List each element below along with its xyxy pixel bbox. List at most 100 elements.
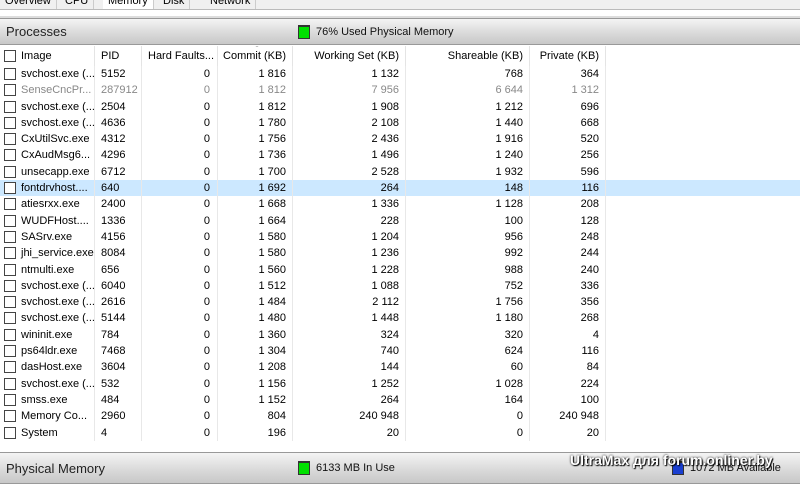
- cell-hard-faults: 0: [142, 277, 218, 295]
- table-row[interactable]: svchost.exe (... 4636 0 1 780 2 108 1 440 668: [0, 114, 800, 132]
- cell-hard-faults: 0: [142, 82, 218, 99]
- cell-shareable: 1 932: [406, 163, 530, 181]
- table-row[interactable]: svchost.exe (... 2504 0 1 812 1 908 1 212 696: [0, 98, 800, 115]
- table-row[interactable]: unsecapp.exe 6712 0 1 700 2 528 1 932 596: [0, 163, 800, 181]
- tab-network[interactable]: Network: [205, 0, 257, 9]
- cell-shareable: 148: [406, 180, 530, 197]
- cell-private: 244: [530, 245, 606, 262]
- cell-pid: 4: [95, 424, 142, 441]
- cell-private: 336: [530, 277, 606, 295]
- table-row[interactable]: svchost.exe (... 6040 0 1 512 1 088 752 336: [0, 277, 800, 295]
- column-hard-faults[interactable]: Hard Faults...: [142, 46, 218, 66]
- table-row[interactable]: atiesrxx.exe 2400 0 1 668 1 336 1 128 208: [0, 196, 800, 213]
- in-use-status: 6133 MB In Use: [298, 461, 395, 475]
- cell-commit: 1 736: [218, 147, 293, 164]
- column-image[interactable]: Image: [0, 46, 95, 66]
- processes-section-header[interactable]: Processes 76% Used Physical Memory: [0, 18, 800, 45]
- cell-shareable: 1 212: [406, 98, 530, 115]
- cell-shareable: 1 028: [406, 375, 530, 392]
- cell-private: 20: [530, 424, 606, 441]
- cell-pid: 484: [95, 391, 142, 409]
- table-row[interactable]: CxAudMsg6... 4296 0 1 736 1 496 1 240 256: [0, 147, 800, 164]
- cell-image: svchost.exe (...: [0, 66, 95, 83]
- cell-hard-faults: 0: [142, 196, 218, 213]
- cell-commit: 804: [218, 408, 293, 425]
- cell-image: jhi_service.exe: [0, 245, 95, 262]
- cell-pid: 287912: [95, 82, 142, 99]
- cell-image: Memory Co...: [0, 408, 95, 425]
- column-working-set[interactable]: Working Set (KB): [293, 46, 406, 66]
- tab-cpu[interactable]: CPU: [60, 0, 95, 9]
- cell-working-set: 2 528: [293, 163, 406, 181]
- table-row[interactable]: fontdrvhost.... 640 0 1 692 264 148 116: [0, 180, 800, 197]
- cell-shareable: 1 756: [406, 294, 530, 311]
- divider: [0, 10, 800, 18]
- table-row[interactable]: ntmulti.exe 656 0 1 560 1 228 988 240: [0, 261, 800, 278]
- cell-shareable: 752: [406, 277, 530, 295]
- table-row[interactable]: svchost.exe (... 2616 0 1 484 2 112 1 756 356: [0, 294, 800, 311]
- column-shareable[interactable]: Shareable (KB): [406, 46, 530, 66]
- cell-hard-faults: 0: [142, 163, 218, 181]
- cell-shareable: 624: [406, 343, 530, 360]
- cell-pid: 4312: [95, 131, 142, 148]
- table-row[interactable]: smss.exe 484 0 1 152 264 164 100: [0, 391, 800, 409]
- cell-pid: 5152: [95, 66, 142, 83]
- cell-working-set: 240 948: [293, 408, 406, 425]
- table-row[interactable]: ps64ldr.exe 7468 0 1 304 740 624 116: [0, 343, 800, 360]
- column-commit[interactable]: Commit (KB): [218, 46, 293, 66]
- cell-private: 224: [530, 375, 606, 392]
- cell-working-set: 324: [293, 326, 406, 344]
- cell-working-set: 2 112: [293, 294, 406, 311]
- table-row[interactable]: svchost.exe (... 5152 0 1 816 1 132 768 364: [0, 66, 800, 83]
- cell-commit: 1 560: [218, 261, 293, 278]
- cell-pid: 5144: [95, 310, 142, 327]
- cell-private: 268: [530, 310, 606, 327]
- cell-shareable: 6 644: [406, 82, 530, 99]
- cell-pid: 7468: [95, 343, 142, 360]
- cell-commit: 1 360: [218, 326, 293, 344]
- cell-commit: 1 668: [218, 196, 293, 213]
- used-memory-text: 76% Used Physical Memory: [316, 26, 454, 38]
- cell-working-set: 264: [293, 180, 406, 197]
- cell-working-set: 2 436: [293, 131, 406, 148]
- green-legend-icon: [298, 461, 310, 475]
- cell-shareable: 1 180: [406, 310, 530, 327]
- column-pid[interactable]: PID: [95, 46, 142, 66]
- cell-shareable: 0: [406, 408, 530, 425]
- table-row[interactable]: svchost.exe (... 532 0 1 156 1 252 1 028 224: [0, 375, 800, 392]
- table-row[interactable]: dasHost.exe 3604 0 1 208 144 60 84: [0, 359, 800, 376]
- tab-overview[interactable]: Overview: [0, 0, 57, 9]
- cell-working-set: 1 132: [293, 66, 406, 83]
- table-row[interactable]: jhi_service.exe 8084 0 1 580 1 236 992 244: [0, 245, 800, 262]
- cell-private: 128: [530, 212, 606, 229]
- cell-working-set: 228: [293, 212, 406, 229]
- table-row[interactable]: wininit.exe 784 0 1 360 324 320 4: [0, 326, 800, 344]
- table-row[interactable]: System 4 0 196 20 0 20: [0, 424, 800, 441]
- cell-image: smss.exe: [0, 391, 95, 409]
- cell-hard-faults: 0: [142, 114, 218, 132]
- cell-image: unsecapp.exe: [0, 163, 95, 181]
- cell-private: 1 312: [530, 82, 606, 99]
- cell-working-set: 1 908: [293, 98, 406, 115]
- cell-commit: 1 304: [218, 343, 293, 360]
- cell-hard-faults: 0: [142, 343, 218, 360]
- table-row[interactable]: Memory Co... 2960 0 804 240 948 0 240 948: [0, 408, 800, 425]
- table-row[interactable]: svchost.exe (... 5144 0 1 480 1 448 1 180 268: [0, 310, 800, 327]
- table-header: ﹀ Image PID Hard Faults... Commit (KB) W…: [0, 46, 800, 66]
- table-row[interactable]: SenseCncPr... 287912 0 1 812 7 956 6 644 1 312: [0, 82, 800, 99]
- cell-image: ntmulti.exe: [0, 261, 95, 278]
- cell-shareable: 992: [406, 245, 530, 262]
- cell-image: svchost.exe (...: [0, 114, 95, 132]
- cell-hard-faults: 0: [142, 326, 218, 344]
- cell-image: svchost.exe (...: [0, 310, 95, 327]
- cell-image: atiesrxx.exe: [0, 196, 95, 213]
- cell-pid: 2400: [95, 196, 142, 213]
- tab-memory[interactable]: Memory: [103, 0, 154, 9]
- cell-pid: 1336: [95, 212, 142, 229]
- cell-pid: 2504: [95, 98, 142, 115]
- table-row[interactable]: SASrv.exe 4156 0 1 580 1 204 956 248: [0, 228, 800, 246]
- tab-disk[interactable]: Disk: [158, 0, 191, 9]
- column-private[interactable]: Private (KB): [530, 46, 606, 66]
- table-row[interactable]: CxUtilSvc.exe 4312 0 1 756 2 436 1 916 520: [0, 131, 800, 148]
- table-row[interactable]: WUDFHost.... 1336 0 1 664 228 100 128: [0, 212, 800, 229]
